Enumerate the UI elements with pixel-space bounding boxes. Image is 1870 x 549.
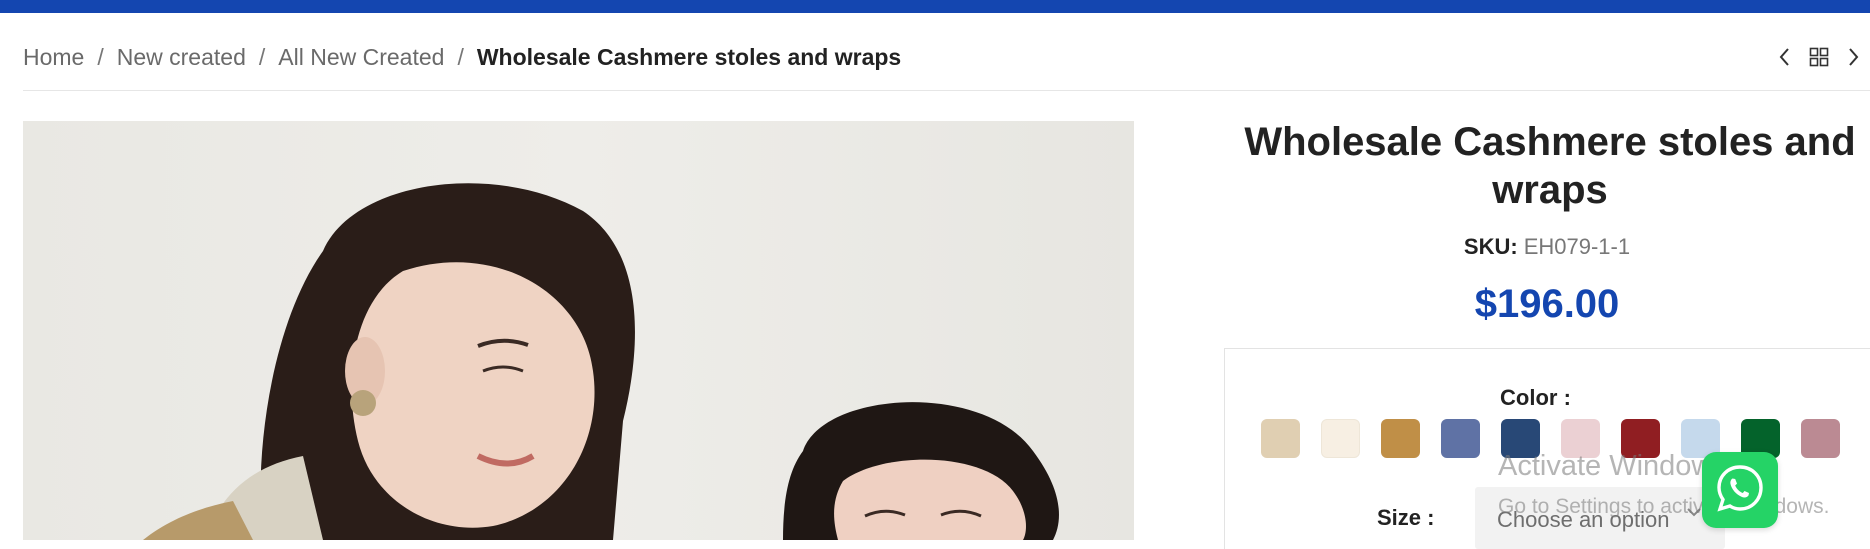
chevron-down-icon: [1685, 505, 1703, 524]
product-price: $196.00: [1474, 282, 1620, 326]
chevron-left-icon[interactable]: [1768, 42, 1802, 72]
color-label: Color :: [1500, 385, 1571, 410]
product-photo-illustration: [143, 183, 1059, 540]
product-navigation: [1768, 42, 1870, 72]
product-title: Wholesale Cashmere stoles and wraps: [1244, 120, 1856, 212]
header-divider: [23, 90, 1870, 91]
breadcrumb-current: Wholesale Cashmere stoles and wraps: [476, 43, 902, 70]
color-swatch[interactable]: [1381, 419, 1420, 458]
color-swatch[interactable]: [1561, 419, 1600, 458]
whatsapp-icon: [1714, 462, 1766, 519]
color-swatch[interactable]: [1441, 419, 1480, 458]
product-image[interactable]: [23, 121, 1134, 540]
chevron-right-icon[interactable]: [1836, 42, 1870, 72]
breadcrumb-new-created[interactable]: New created: [117, 44, 246, 71]
grid-icon[interactable]: [1802, 42, 1836, 72]
color-swatch[interactable]: [1261, 419, 1300, 458]
top-accent-bar: [0, 0, 1870, 13]
sku-label: SKU:: [1463, 234, 1518, 259]
breadcrumb-separator: /: [258, 43, 266, 70]
breadcrumb-all-new-created[interactable]: All New Created: [278, 44, 444, 71]
breadcrumb-separator: /: [97, 43, 104, 70]
color-label-text: Color: [1500, 385, 1558, 410]
breadcrumb: Home / New created / All New Created / W…: [23, 40, 901, 74]
color-swatch[interactable]: [1501, 419, 1540, 458]
size-label: Size :: [1377, 505, 1435, 530]
size-select-value: Choose an option: [1497, 507, 1670, 532]
color-swatch[interactable]: [1621, 419, 1660, 458]
product-sku: SKU: EH079-1-1: [1224, 234, 1870, 260]
breadcrumb-home[interactable]: Home: [23, 44, 84, 71]
whatsapp-chat-button[interactable]: [1702, 452, 1778, 528]
sku-value: EH079-1-1: [1523, 234, 1631, 259]
color-swatch[interactable]: [1801, 419, 1840, 458]
size-label-text: Size: [1377, 505, 1422, 530]
color-swatch[interactable]: [1321, 419, 1360, 458]
product-summary: Wholesale Cashmere stoles and wraps SKU:…: [1224, 118, 1870, 327]
breadcrumb-separator: /: [457, 43, 464, 70]
